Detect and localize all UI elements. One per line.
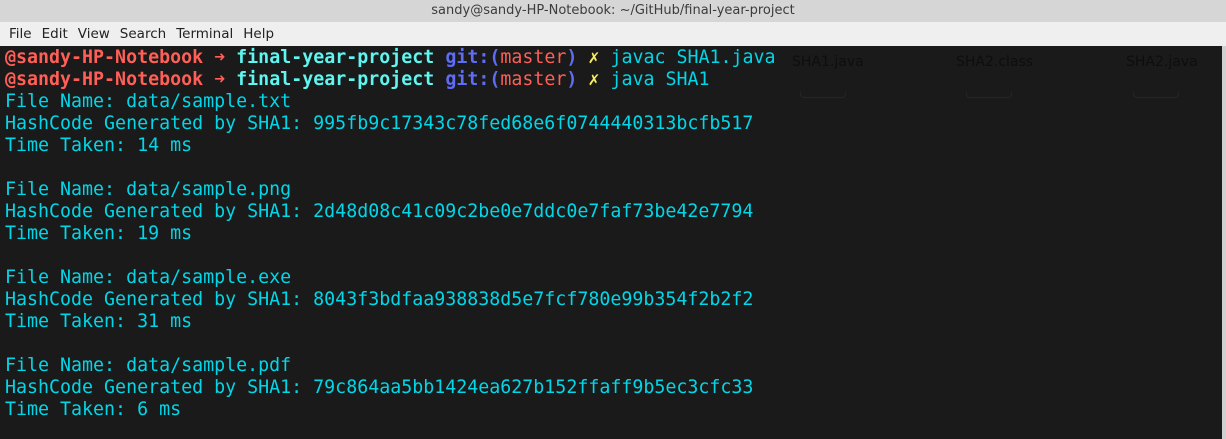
prompt-arrow: ➜: [214, 47, 226, 68]
menu-edit[interactable]: Edit: [37, 26, 73, 42]
window-border: [1222, 46, 1226, 439]
prompt-line: @sandy-HP-Notebook ➜ final-year-project …: [5, 47, 776, 69]
desktop-file-icon: [800, 92, 846, 98]
file-name-line: File Name: data/sample.png: [5, 179, 292, 200]
prompt-line: @sandy-HP-Notebook ➜ final-year-project …: [5, 69, 776, 91]
prompt-user: @sandy-HP-Notebook: [5, 69, 204, 90]
time-line: Time Taken: 14 ms: [5, 135, 193, 156]
menu-terminal[interactable]: Terminal: [171, 26, 238, 42]
title-bar[interactable]: sandy@sandy-HP-Notebook: ~/GitHub/final-…: [0, 0, 1226, 22]
hash-line: HashCode Generated by SHA1: 8043f3bdfaa9…: [5, 289, 754, 310]
menu-view[interactable]: View: [73, 26, 115, 42]
menu-search[interactable]: Search: [115, 26, 171, 42]
menu-file[interactable]: File: [4, 26, 37, 42]
git-label: ): [566, 69, 578, 90]
time-line: Time Taken: 31 ms: [5, 311, 193, 332]
menu-help[interactable]: Help: [238, 26, 279, 42]
file-name-line: File Name: data/sample.txt: [5, 91, 292, 112]
command: javac SHA1.java: [610, 47, 776, 68]
git-label: git:(: [445, 69, 501, 90]
desktop-file-icon: [1133, 92, 1179, 98]
file-name-line: File Name: data/sample.pdf: [5, 355, 292, 376]
prompt-user: @sandy-HP-Notebook: [5, 47, 204, 68]
prompt-dir: final-year-project: [236, 69, 435, 90]
prompt-arrow: ➜: [214, 69, 226, 90]
file-name-line: File Name: data/sample.exe: [5, 267, 292, 288]
desktop-file-label: SHA2.class: [956, 54, 1034, 70]
hash-line: HashCode Generated by SHA1: 2d48d08c41c0…: [5, 201, 754, 222]
window-title: sandy@sandy-HP-Notebook: ~/GitHub/final-…: [431, 3, 795, 18]
git-label: ): [566, 47, 578, 68]
dirty-marker: ✗: [588, 47, 600, 68]
desktop-file-icon: [966, 92, 1012, 98]
hash-line: HashCode Generated by SHA1: 79c864aa5bb1…: [5, 377, 754, 398]
git-branch: master: [500, 69, 567, 90]
terminal-output[interactable]: SHA1.java SHA2.class SHA2.java @sandy-HP…: [0, 46, 1222, 439]
command: java SHA1: [610, 69, 710, 90]
desktop-file-label: SHA2.java: [1126, 54, 1198, 70]
hash-line: HashCode Generated by SHA1: 995fb9c17343…: [5, 113, 754, 134]
dirty-marker: ✗: [588, 69, 600, 90]
git-label: git:(: [445, 47, 501, 68]
menu-bar: File Edit View Search Terminal Help: [0, 22, 1226, 46]
prompt-dir: final-year-project: [236, 47, 435, 68]
git-branch: master: [500, 47, 567, 68]
desktop-file-label: SHA1.java: [792, 54, 864, 70]
terminal-lines: @sandy-HP-Notebook ➜ final-year-project …: [5, 47, 776, 421]
time-line: Time Taken: 19 ms: [5, 223, 193, 244]
time-line: Time Taken: 6 ms: [5, 399, 182, 420]
